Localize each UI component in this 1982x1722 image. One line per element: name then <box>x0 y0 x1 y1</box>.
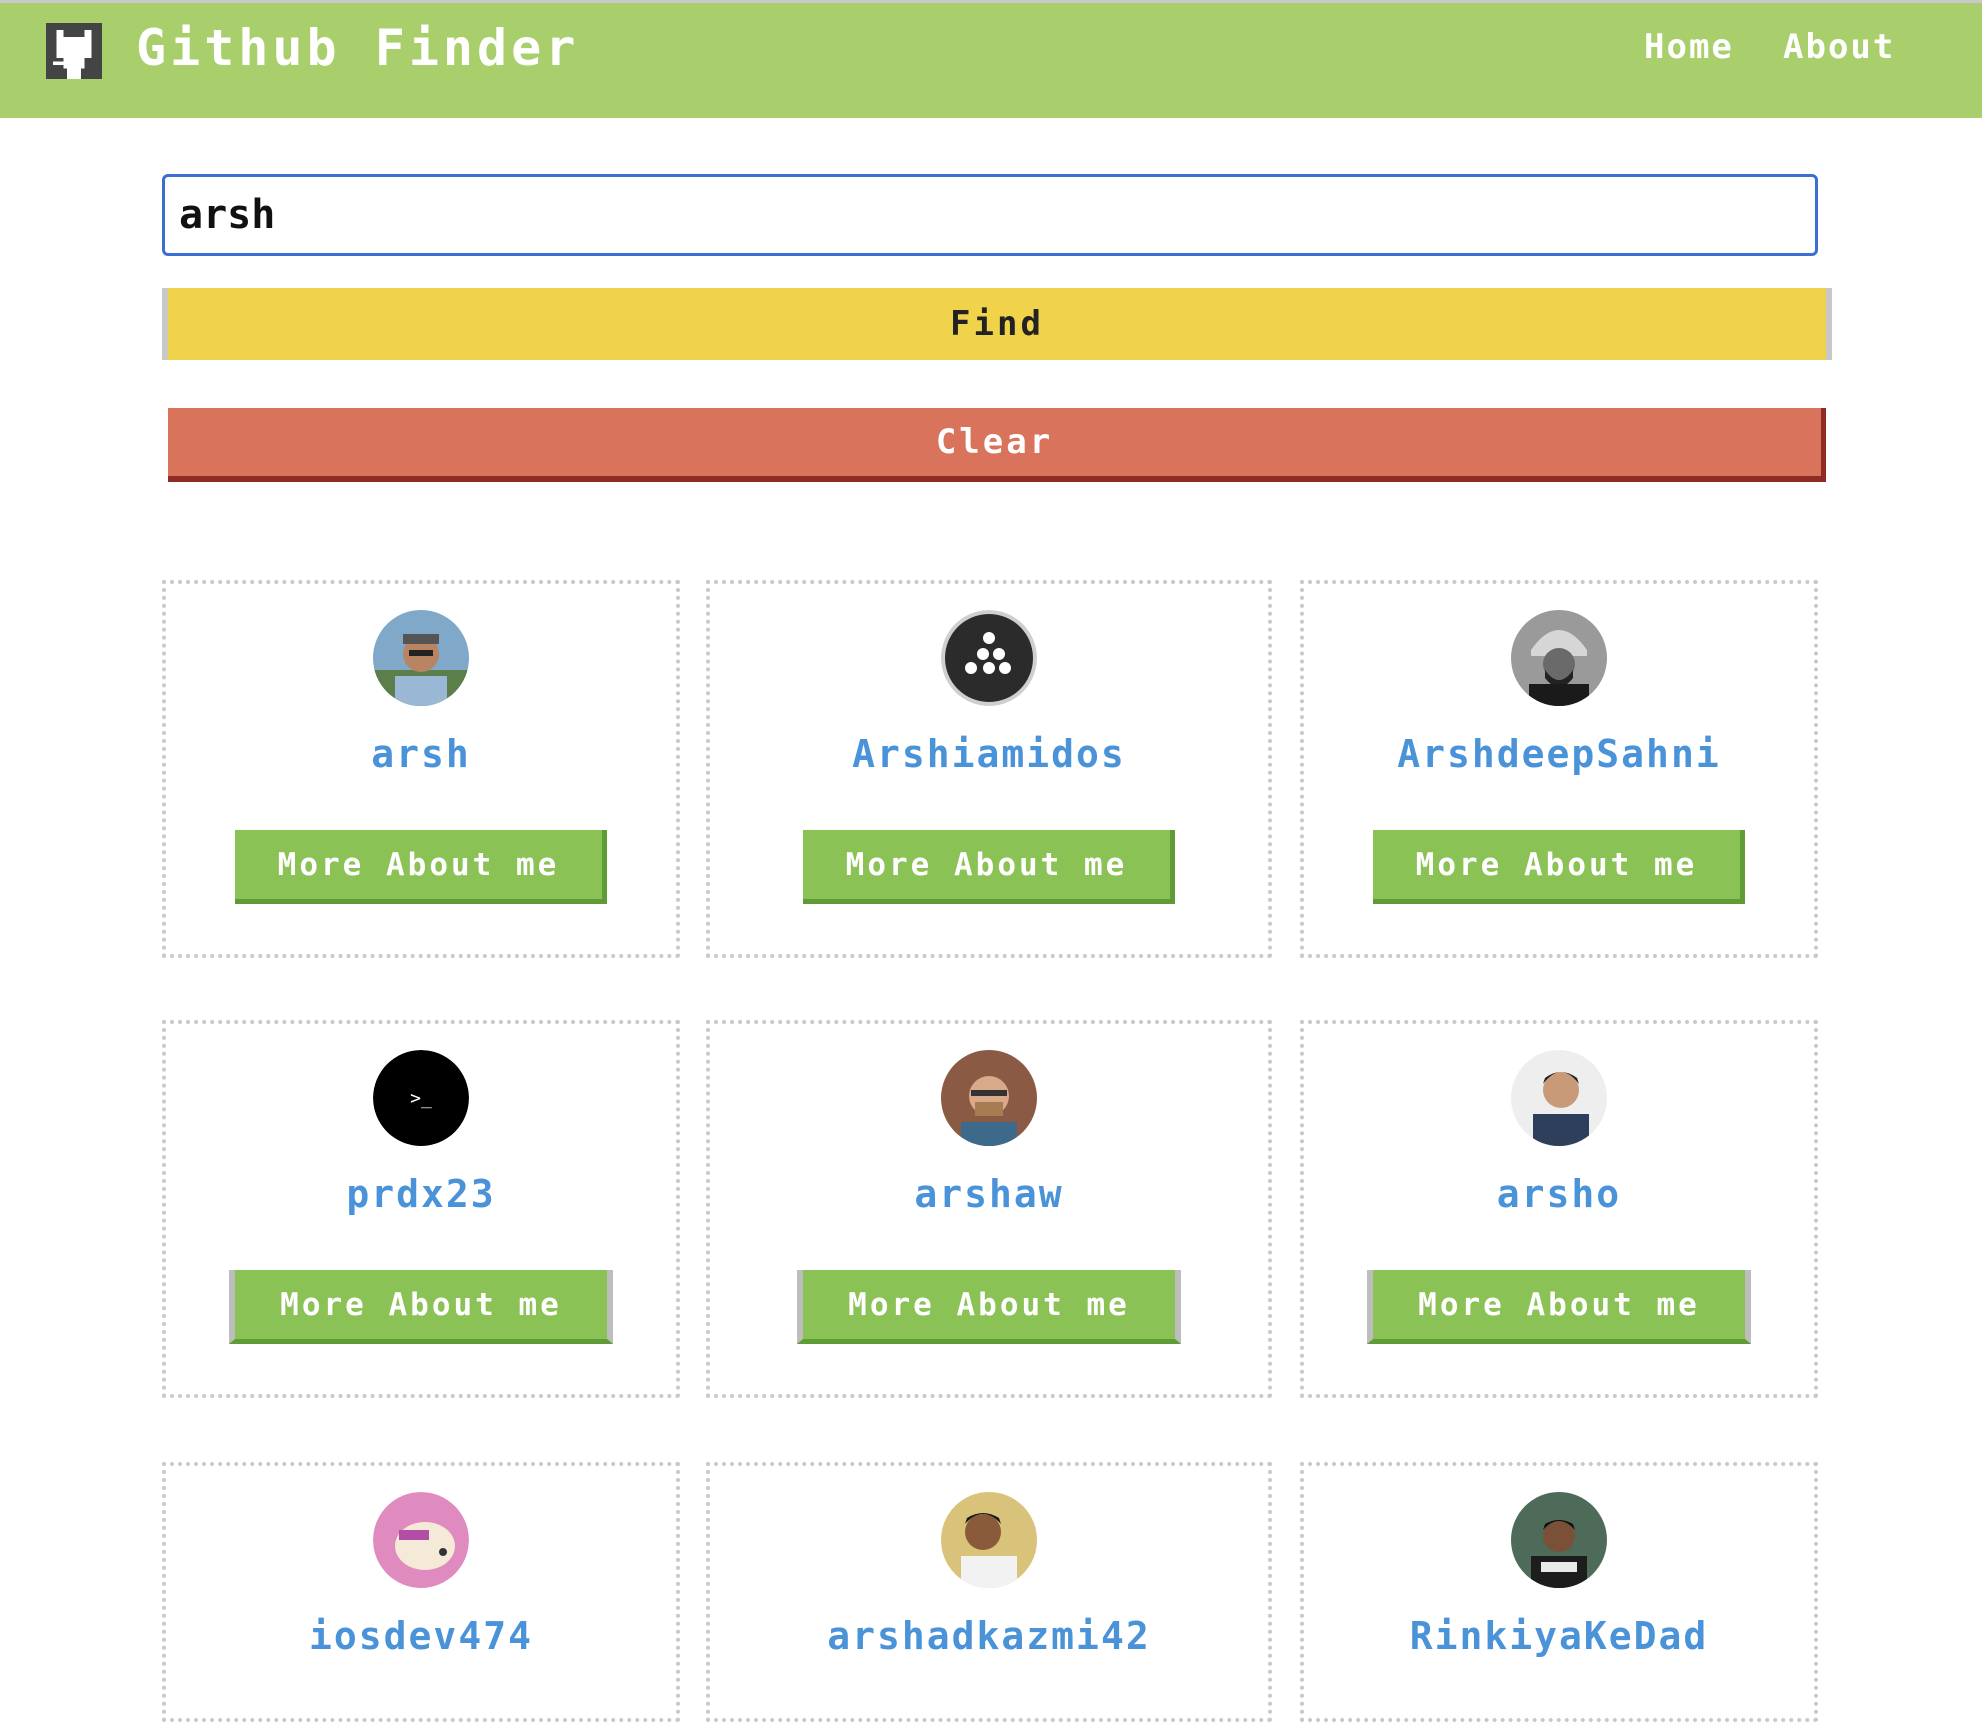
user-card: ArshdeepSahni More About me <box>1300 580 1818 958</box>
more-about-button[interactable]: More About me <box>1373 830 1745 904</box>
username[interactable]: arshaw <box>710 1172 1268 1216</box>
more-about-button[interactable]: More About me <box>229 1270 613 1344</box>
avatar <box>1511 610 1607 706</box>
avatar <box>1511 1050 1607 1146</box>
user-card: RinkiyaKeDad <box>1300 1462 1818 1722</box>
user-card: >_ prdx23 More About me <box>162 1020 680 1398</box>
avatar <box>941 1050 1037 1146</box>
search-input[interactable] <box>162 174 1818 256</box>
username[interactable]: ArshdeepSahni <box>1304 732 1814 776</box>
nav-link-home[interactable]: Home <box>1644 27 1734 67</box>
user-card: arsh More About me <box>162 580 680 958</box>
more-about-button[interactable]: More About me <box>235 830 607 904</box>
username[interactable]: arsh <box>166 732 676 776</box>
more-about-button[interactable]: More About me <box>797 1270 1181 1344</box>
more-about-button[interactable]: More About me <box>1367 1270 1751 1344</box>
avatar <box>941 1492 1037 1588</box>
user-card: arshadkazmi42 <box>706 1462 1272 1722</box>
avatar <box>373 610 469 706</box>
username[interactable]: arshadkazmi42 <box>710 1614 1268 1658</box>
svg-text:>_: >_ <box>410 1088 432 1109</box>
username[interactable]: Arshiamidos <box>710 732 1268 776</box>
user-card: arsho More About me <box>1300 1020 1818 1398</box>
avatar <box>941 610 1037 706</box>
more-about-button[interactable]: More About me <box>803 830 1175 904</box>
user-card: Arshiamidos More About me <box>706 580 1272 958</box>
navbar: Github Finder Home About <box>0 0 1982 118</box>
username[interactable]: prdx23 <box>166 1172 676 1216</box>
github-icon <box>46 23 102 79</box>
find-button[interactable]: Find <box>162 288 1832 360</box>
user-card: iosdev474 <box>162 1462 680 1722</box>
username[interactable]: iosdev474 <box>166 1614 676 1658</box>
nav-link-about[interactable]: About <box>1783 27 1895 67</box>
app-title: Github Finder <box>136 19 580 77</box>
username[interactable]: RinkiyaKeDad <box>1304 1614 1814 1658</box>
avatar <box>1511 1492 1607 1588</box>
username[interactable]: arsho <box>1304 1172 1814 1216</box>
user-card: arshaw More About me <box>706 1020 1272 1398</box>
clear-button[interactable]: Clear <box>168 408 1826 482</box>
avatar: >_ <box>373 1050 469 1146</box>
avatar <box>373 1492 469 1588</box>
